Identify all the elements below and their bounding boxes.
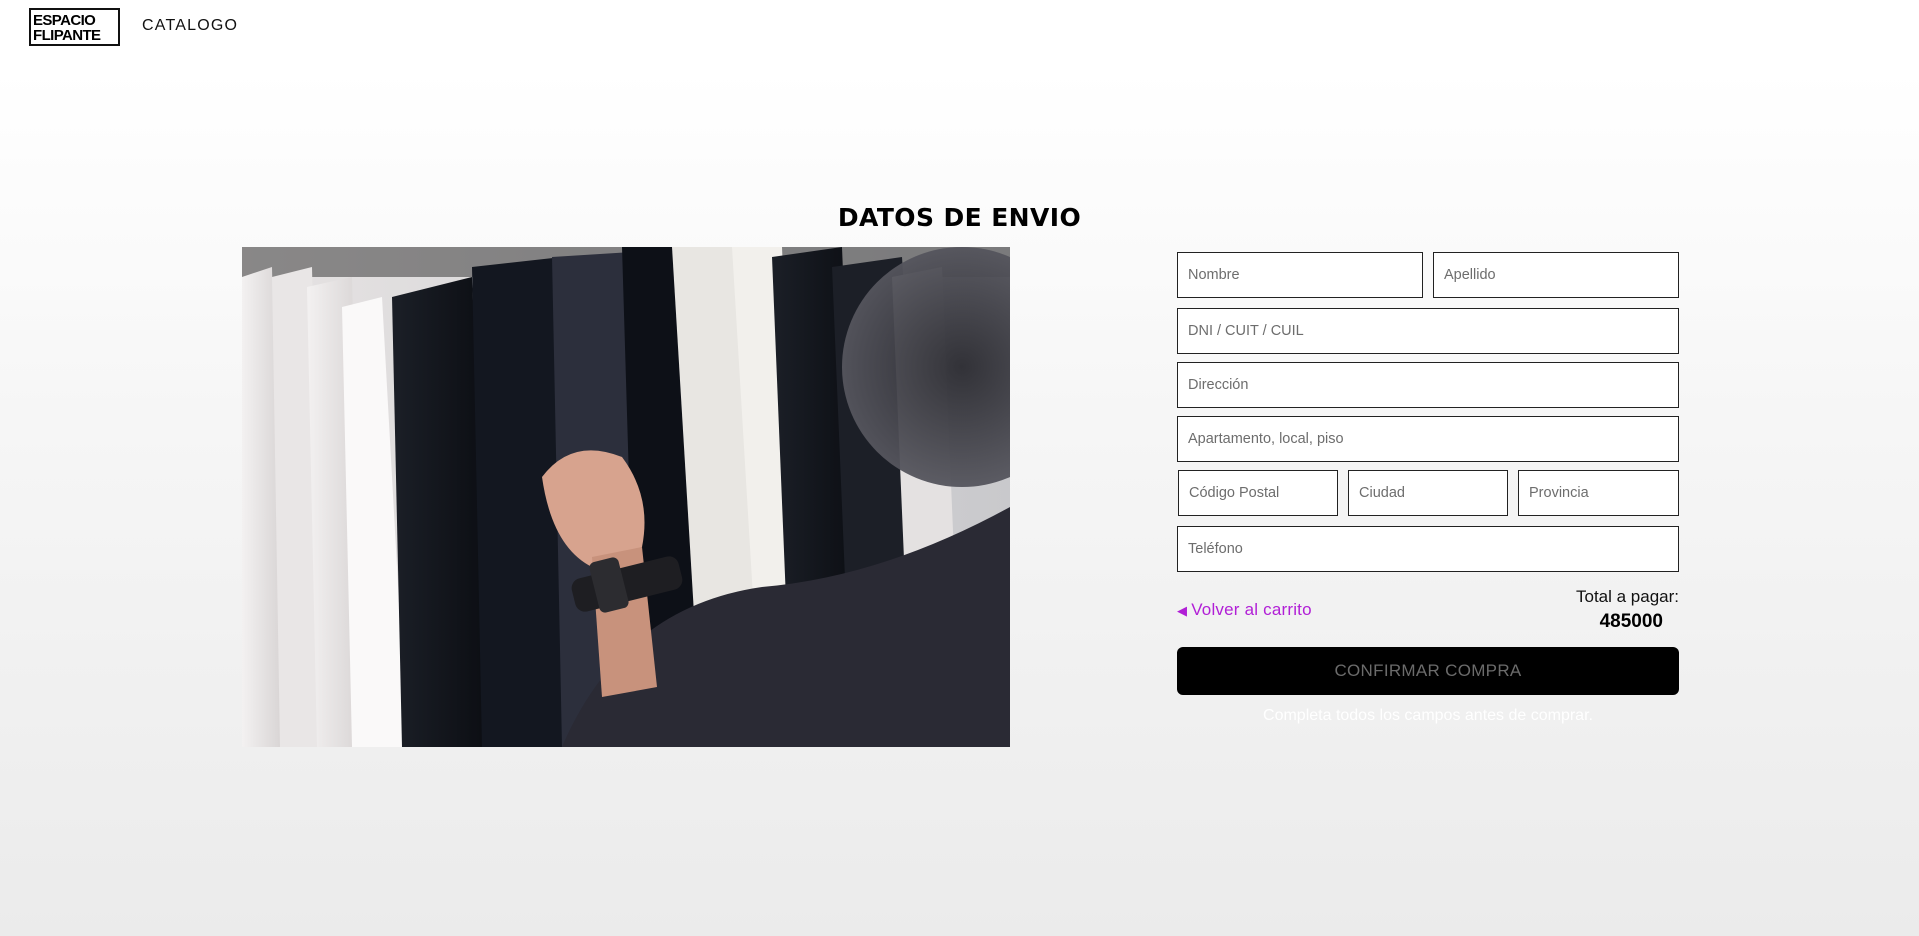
confirm-purchase-button[interactable]: CONFIRMAR COMPRA xyxy=(1177,647,1679,695)
total-label: Total a pagar: xyxy=(1575,587,1679,606)
last-name-input[interactable] xyxy=(1433,252,1679,298)
logo-line-1: ESPACIO xyxy=(33,12,96,29)
logo-line-2: FLIPANTE xyxy=(33,27,101,44)
postal-code-input[interactable] xyxy=(1178,470,1338,516)
brand-logo[interactable]: ESPACIO FLIPANTE xyxy=(29,8,120,46)
address-input[interactable] xyxy=(1177,362,1679,408)
total-value: 485000 xyxy=(1599,611,1663,632)
back-to-cart-label: Volver al carrito xyxy=(1191,600,1312,619)
nav-catalog-link[interactable]: CATALOGO xyxy=(142,17,238,35)
apartment-input[interactable] xyxy=(1177,416,1679,462)
first-name-input[interactable] xyxy=(1177,252,1423,298)
province-input[interactable] xyxy=(1518,470,1679,516)
phone-input[interactable] xyxy=(1177,526,1679,572)
page-title: DATOS DE ENVIO xyxy=(837,203,1082,232)
triangle-left-icon: ◀ xyxy=(1177,603,1188,618)
dni-input[interactable] xyxy=(1177,308,1679,354)
city-input[interactable] xyxy=(1348,470,1508,516)
clothing-rack-image xyxy=(242,247,1010,747)
navbar: ESPACIO FLIPANTE CATALOGO xyxy=(0,0,1919,56)
form-hint: Completa todos los campos antes de compr… xyxy=(1263,707,1593,724)
back-to-cart-link[interactable]: ◀ Volver al carrito xyxy=(1177,600,1312,620)
